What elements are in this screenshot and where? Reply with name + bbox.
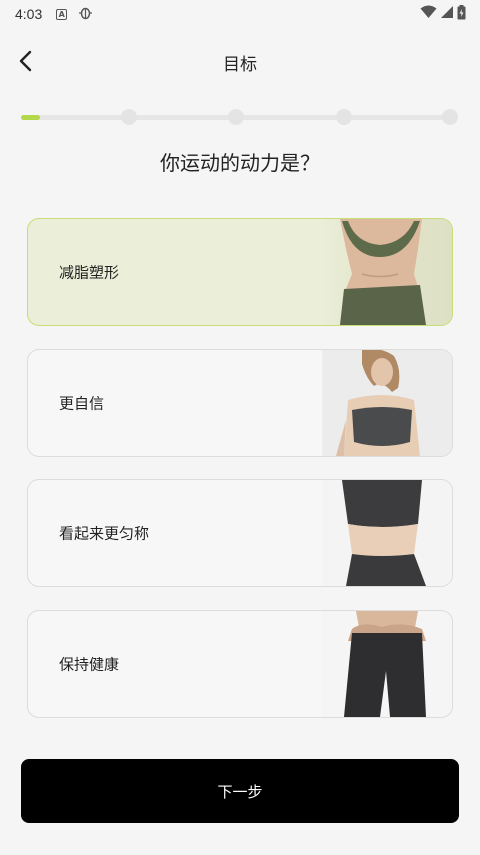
progress-fill bbox=[21, 115, 40, 120]
option-card-look-balanced[interactable]: 看起来更匀称 bbox=[27, 479, 453, 587]
slim-waist-photo bbox=[322, 480, 452, 586]
progress-step-dot bbox=[120, 109, 137, 125]
page-title: 目标 bbox=[223, 55, 257, 75]
option-card-fat-loss[interactable]: 减脂塑形 bbox=[27, 218, 453, 326]
confident-woman-photo bbox=[322, 350, 452, 456]
option-label: 保持健康 bbox=[59, 655, 120, 674]
signal-icon bbox=[440, 5, 454, 23]
wifi-icon bbox=[420, 5, 437, 23]
toned-abs-photo bbox=[322, 219, 452, 325]
step-progress bbox=[21, 108, 459, 126]
status-bar: 4:03 A bbox=[0, 0, 480, 28]
progress-step-dot bbox=[442, 109, 458, 125]
status-time: 4:03 bbox=[15, 6, 43, 22]
option-label: 更自信 bbox=[59, 394, 105, 413]
header: 目标 bbox=[0, 40, 480, 82]
option-card-confidence[interactable]: 更自信 bbox=[27, 349, 453, 457]
option-card-stay-healthy[interactable]: 保持健康 bbox=[27, 610, 453, 718]
bug-icon bbox=[78, 5, 93, 24]
leggings-photo bbox=[322, 611, 452, 717]
option-label: 看起来更匀称 bbox=[59, 524, 150, 543]
question-title: 你运动的动力是？ bbox=[160, 151, 320, 175]
progress-step-dot bbox=[335, 109, 352, 125]
a-box-icon: A bbox=[56, 8, 68, 20]
next-button[interactable]: 下一步 bbox=[21, 759, 459, 823]
option-label: 减脂塑形 bbox=[59, 263, 120, 282]
battery-charging-icon bbox=[457, 4, 466, 24]
progress-step-dot bbox=[228, 109, 244, 125]
